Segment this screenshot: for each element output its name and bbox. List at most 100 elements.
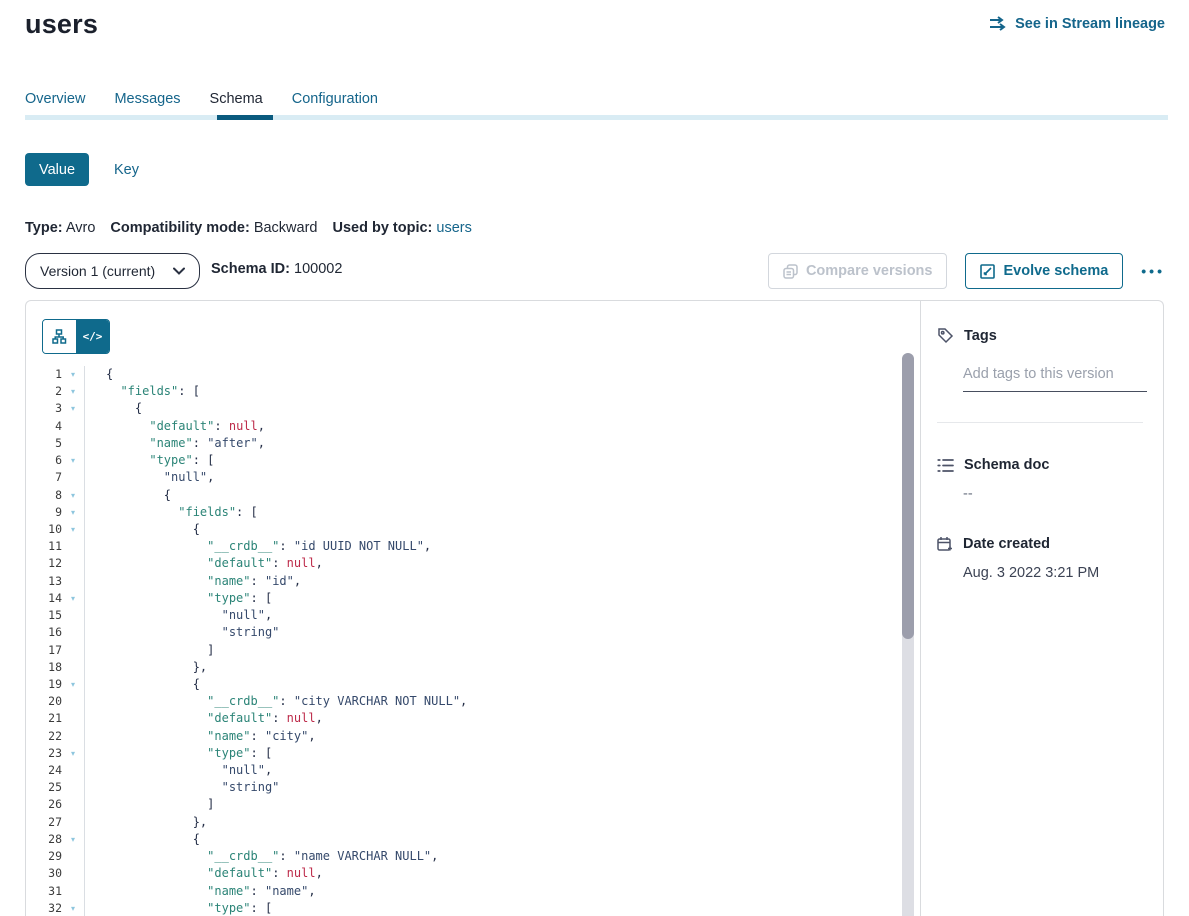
line-number: 5 [26, 435, 62, 452]
code-text: { [85, 487, 171, 504]
line-number: 25 [26, 779, 62, 796]
see-in-stream-lineage-link[interactable]: See in Stream lineage [989, 16, 1165, 32]
tree-view-button[interactable] [43, 320, 76, 353]
fold-toggle-icon[interactable]: ▾ [62, 521, 85, 538]
fold-toggle-icon[interactable]: ▾ [62, 383, 85, 400]
fold-gutter [62, 762, 85, 779]
code-text: { [85, 831, 200, 848]
fold-gutter [62, 710, 85, 727]
fold-gutter [62, 796, 85, 813]
fold-gutter [62, 435, 85, 452]
line-number: 27 [26, 814, 62, 831]
line-number: 22 [26, 728, 62, 745]
version-bar: Version 1 (current) Schema ID: 100002 Co… [25, 253, 1165, 289]
fold-toggle-icon[interactable]: ▾ [62, 504, 85, 521]
line-number: 1 [26, 366, 62, 383]
fold-toggle-icon[interactable]: ▾ [62, 487, 85, 504]
evolve-schema-button[interactable]: Evolve schema [965, 253, 1123, 289]
code-line: 19▾ { [26, 676, 919, 693]
tab-messages[interactable]: Messages [114, 91, 180, 107]
code-line: 4 "default": null, [26, 418, 919, 435]
code-view-button[interactable]: </> [76, 320, 109, 353]
active-tab-indicator [217, 115, 273, 120]
line-number: 10 [26, 521, 62, 538]
code-text: "type": [ [85, 745, 272, 762]
compatibility-value: Backward [254, 220, 318, 236]
tab-schema[interactable]: Schema [210, 91, 263, 107]
fold-toggle-icon[interactable]: ▾ [62, 366, 85, 383]
fold-gutter [62, 642, 85, 659]
schema-code-editor[interactable]: 1▾{2▾ "fields": [3▾ {4 "default": null,5… [26, 366, 919, 916]
code-line: 16 "string" [26, 624, 919, 641]
fold-toggle-icon[interactable]: ▾ [62, 745, 85, 762]
code-line: 15 "null", [26, 607, 919, 624]
tree-view-icon [52, 329, 67, 344]
version-select-value: Version 1 (current) [40, 263, 155, 279]
type-field: Type: Avro [25, 220, 95, 236]
code-line: 11 "__crdb__": "id UUID NOT NULL", [26, 538, 919, 555]
fold-toggle-icon[interactable]: ▾ [62, 400, 85, 417]
code-text: "null", [85, 607, 272, 624]
fold-toggle-icon[interactable]: ▾ [62, 590, 85, 607]
code-text: "type": [ [85, 900, 272, 916]
fold-toggle-icon[interactable]: ▾ [62, 452, 85, 469]
version-select[interactable]: Version 1 (current) [25, 253, 200, 289]
code-text: }, [85, 659, 207, 676]
code-line: 30 "default": null, [26, 865, 919, 882]
line-number: 14 [26, 590, 62, 607]
code-line: 1▾{ [26, 366, 919, 383]
compare-versions-button[interactable]: Compare versions [768, 253, 948, 289]
code-text: "name": "city", [85, 728, 316, 745]
code-text: "type": [ [85, 590, 272, 607]
code-line: 23▾ "type": [ [26, 745, 919, 762]
code-text: "name": "id", [85, 573, 301, 590]
code-line: 26 ] [26, 796, 919, 813]
line-number: 20 [26, 693, 62, 710]
schema-doc-value: -- [963, 486, 1143, 502]
schema-side-panel: Tags Schema doc -- [920, 301, 1163, 916]
line-number: 8 [26, 487, 62, 504]
stream-lineage-icon [989, 16, 1008, 32]
fold-toggle-icon[interactable]: ▾ [62, 831, 85, 848]
topic-link[interactable]: users [436, 220, 471, 236]
code-text: ] [85, 796, 214, 813]
value-tab-button[interactable]: Value [25, 153, 89, 186]
code-text: "string" [85, 624, 279, 641]
fold-toggle-icon[interactable]: ▾ [62, 900, 85, 916]
key-tab-link[interactable]: Key [114, 162, 139, 178]
code-line: 7 "null", [26, 469, 919, 486]
code-line: 32▾ "type": [ [26, 900, 919, 916]
version-bar-actions: Compare versions Evolve schema ••• [768, 253, 1165, 289]
more-actions-button[interactable]: ••• [1141, 263, 1165, 279]
code-text: ] [85, 642, 214, 659]
fold-gutter [62, 555, 85, 572]
editor-scrollbar-track[interactable] [902, 353, 914, 916]
code-text: { [85, 400, 142, 417]
line-number: 11 [26, 538, 62, 555]
add-tags-input[interactable] [963, 366, 1147, 392]
tab-underline-track [25, 115, 1168, 120]
code-line: 31 "name": "name", [26, 883, 919, 900]
code-text: "default": null, [85, 418, 265, 435]
editor-scrollbar-thumb[interactable] [902, 353, 914, 639]
page-title: users [25, 9, 98, 40]
code-line: 28▾ { [26, 831, 919, 848]
code-text: "type": [ [85, 452, 214, 469]
line-number: 13 [26, 573, 62, 590]
code-line: 13 "name": "id", [26, 573, 919, 590]
fold-gutter [62, 883, 85, 900]
schema-doc-heading: Schema doc [937, 457, 1143, 473]
code-text: "fields": [ [85, 504, 258, 521]
tags-section-heading: Tags [937, 327, 1143, 344]
fold-gutter [62, 538, 85, 555]
tab-configuration[interactable]: Configuration [292, 91, 378, 107]
code-text: "default": null, [85, 865, 323, 882]
code-text: "__crdb__": "city VARCHAR NOT NULL", [85, 693, 467, 710]
code-text: "null", [85, 469, 214, 486]
fold-toggle-icon[interactable]: ▾ [62, 676, 85, 693]
code-text: "__crdb__": "name VARCHAR NULL", [85, 848, 438, 865]
code-text: { [85, 366, 113, 383]
tab-overview[interactable]: Overview [25, 91, 85, 107]
line-number: 30 [26, 865, 62, 882]
fold-gutter [62, 865, 85, 882]
